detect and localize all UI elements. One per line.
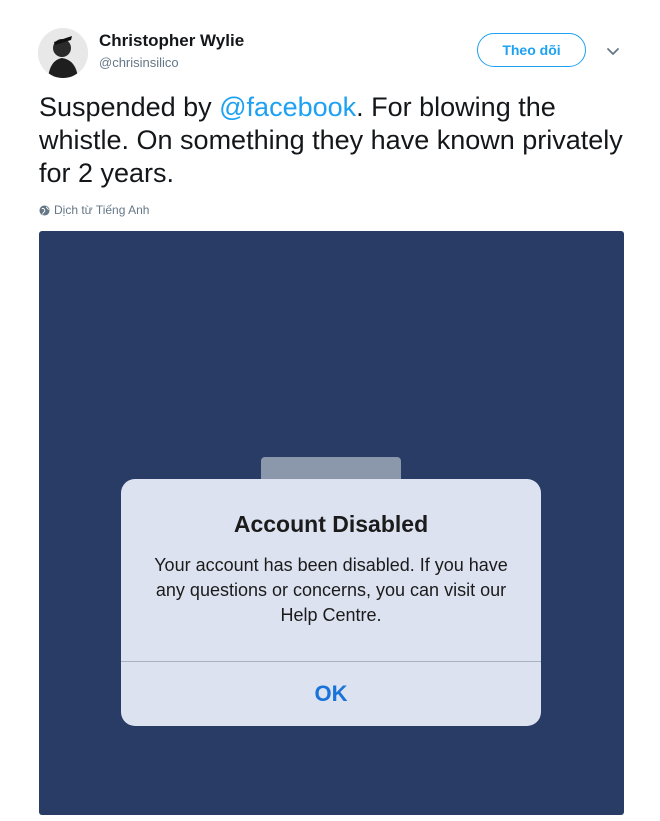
account-disabled-dialog: Account Disabled Your account has been d… xyxy=(121,479,541,726)
translate-link[interactable]: Dịch từ Tiếng Anh xyxy=(39,203,149,217)
follow-button[interactable]: Theo dõi xyxy=(477,33,586,67)
dialog-title: Account Disabled xyxy=(233,511,429,537)
tweet-text: Suspended by @facebook. For blowing the … xyxy=(39,91,629,190)
tweet-media-image[interactable]: Account Disabled Your account has been d… xyxy=(39,231,624,815)
mention-link[interactable]: @facebook xyxy=(219,92,356,122)
translate-label[interactable]: Dịch từ Tiếng Anh xyxy=(54,203,149,217)
globe-icon xyxy=(39,204,50,216)
author-handle[interactable]: @chrisinsilico xyxy=(99,55,179,70)
avatar[interactable] xyxy=(38,28,88,78)
chevron-down-icon[interactable] xyxy=(604,42,622,60)
tweet-text-pre: Suspended by xyxy=(39,92,220,122)
dialog-body: Your account has been disabled. If you h… xyxy=(154,555,508,625)
dialog-ok-button: OK xyxy=(314,681,348,706)
author-name[interactable]: Christopher Wylie xyxy=(99,31,244,51)
